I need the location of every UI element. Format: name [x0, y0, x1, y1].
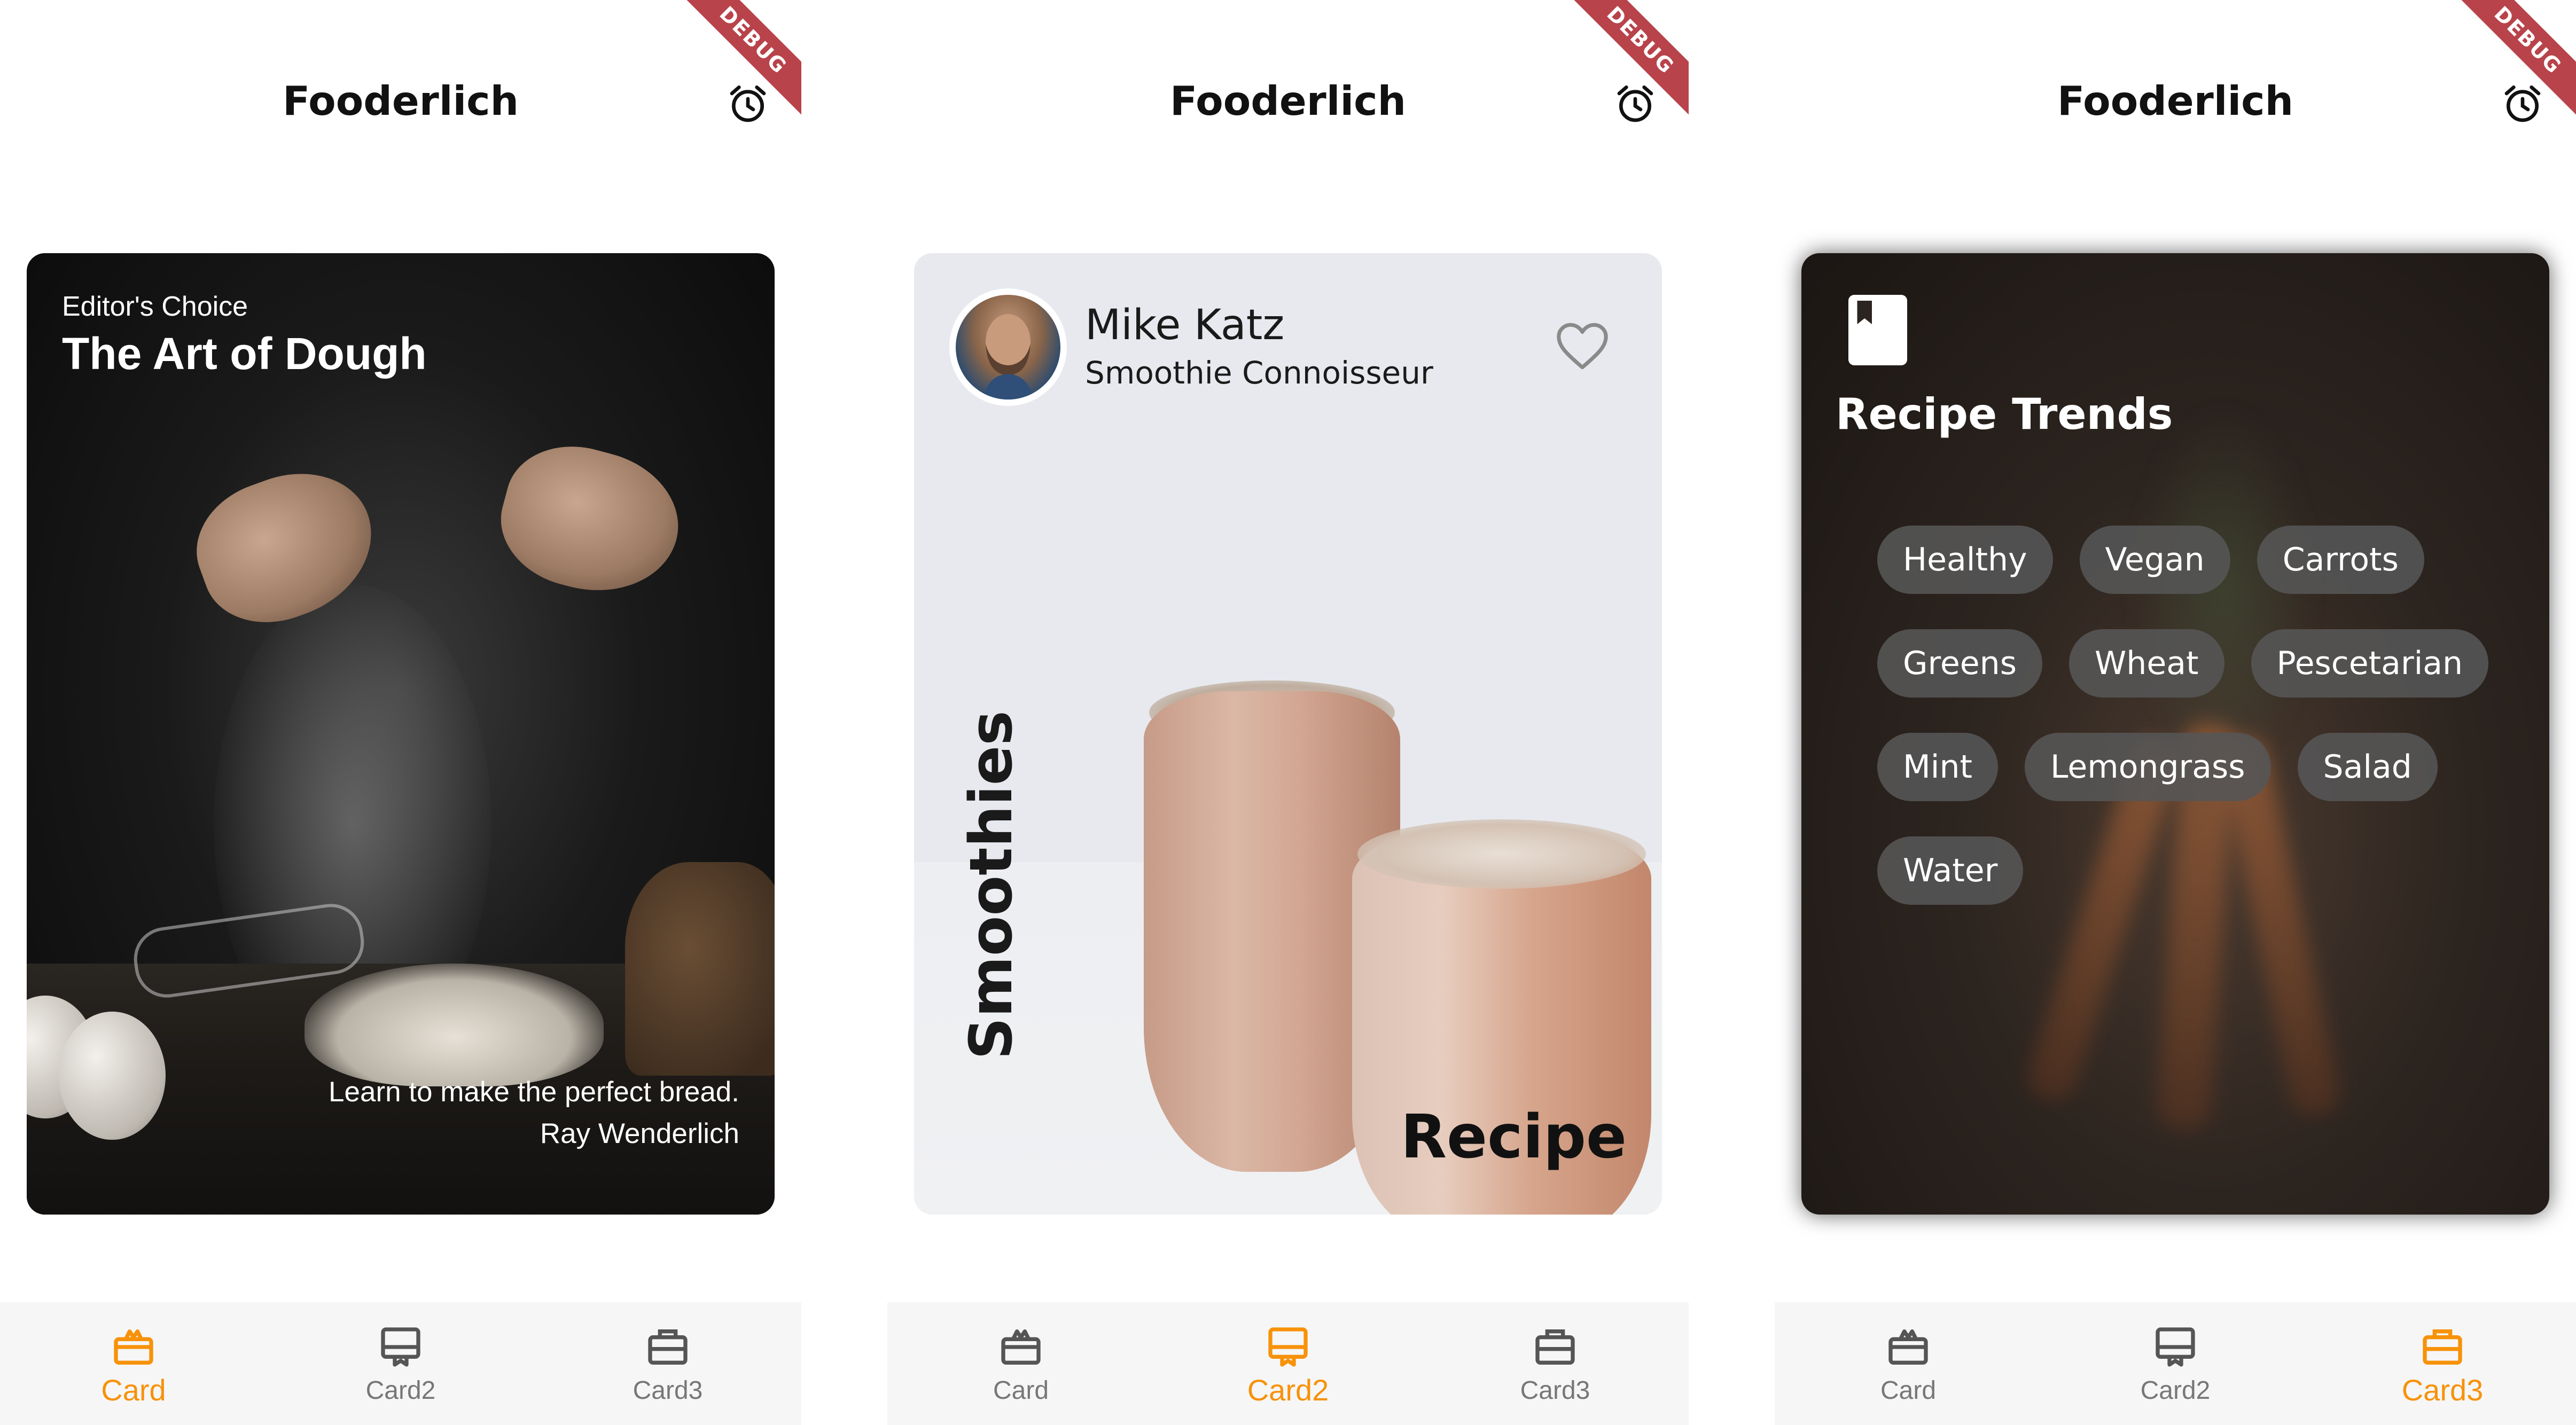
tag-chip[interactable]: Pescetarian — [2251, 629, 2489, 698]
person-icon — [982, 314, 1034, 400]
sack-image — [625, 862, 775, 1076]
card-title: The Art of Dough — [62, 328, 427, 379]
bottom-navigation: Card Card2 Card3 — [0, 1302, 801, 1425]
alarm-icon[interactable] — [727, 83, 769, 126]
editors-choice-card[interactable]: Editor's Choice The Art of Dough Learn t… — [27, 253, 775, 1215]
bottom-navigation: Card Card2 Card3 — [1775, 1302, 2576, 1425]
app-bar: Fooderlich DEBUG — [887, 0, 1689, 160]
tag-chip[interactable]: Water — [1877, 836, 2024, 905]
tag-chip[interactable]: Vegan — [2079, 526, 2230, 594]
tab-card3[interactable]: Card3 — [1422, 1302, 1689, 1425]
tab-card3-label: Card3 — [2401, 1373, 2484, 1407]
tab-card3-label: Card3 — [633, 1376, 703, 1405]
flour-pile-image — [305, 964, 604, 1086]
app-bar: Fooderlich DEBUG — [0, 0, 801, 160]
card3-icon — [648, 1329, 688, 1365]
chip-row: Greens Wheat Pescetarian — [1877, 629, 2518, 698]
author-card[interactable]: Mike Katz Smoothie Connoisseur Smoothies… — [914, 253, 1662, 1215]
app-bar: Fooderlich DEBUG — [1775, 0, 2576, 160]
tab-card3-label: Card3 — [1520, 1376, 1590, 1405]
tab-card-label: Card — [993, 1376, 1049, 1405]
card-subtitle: Editor's Choice — [62, 291, 248, 322]
egg-image — [59, 1012, 166, 1140]
tab-card[interactable]: Card — [887, 1302, 1154, 1425]
tab-card3[interactable]: Card3 — [534, 1302, 801, 1425]
tag-chip[interactable]: Greens — [1877, 629, 2042, 698]
chip-row: Healthy Vegan Carrots — [1877, 526, 2518, 594]
screen-card: Fooderlich DEBUG Editor's Choice The Art… — [0, 0, 801, 1425]
card3-icon — [2423, 1329, 2462, 1365]
tab-card2-label: Card2 — [2140, 1376, 2211, 1405]
tab-card2[interactable]: Card2 — [267, 1302, 534, 1425]
tag-chip[interactable]: Mint — [1877, 733, 1998, 801]
tag-chip[interactable]: Healthy — [1877, 526, 2053, 594]
tag-chip[interactable]: Salad — [2297, 733, 2438, 801]
right-hand-image — [487, 430, 694, 610]
tab-card[interactable]: Card — [0, 1302, 267, 1425]
category-label: Smoothies — [957, 710, 1025, 1060]
bottom-navigation: Card Card2 Card3 — [887, 1302, 1689, 1425]
tag-chip[interactable]: Wheat — [2068, 629, 2224, 698]
card-icon — [114, 1329, 153, 1365]
tag-chip[interactable]: Lemongrass — [2025, 733, 2271, 801]
avatar — [956, 295, 1060, 400]
card2-icon — [381, 1327, 420, 1367]
card-author: Ray Wenderlich — [540, 1118, 739, 1149]
screen-card2: Fooderlich DEBUG Mike Katz Smoothie Conn… — [887, 0, 1689, 1425]
tag-chips: Healthy Vegan Carrots Greens Wheat Pesce… — [1877, 526, 2518, 940]
tab-card-label: Card — [1880, 1376, 1937, 1405]
chip-row: Water — [1877, 836, 2518, 905]
app-title: Fooderlich — [1169, 77, 1407, 124]
smoothie-topping-image — [1357, 819, 1646, 889]
card3-icon — [1535, 1329, 1575, 1365]
card-title: Recipe Trends — [1836, 389, 2173, 439]
app-title: Fooderlich — [282, 77, 519, 124]
screen-card3: Fooderlich DEBUG Recipe Trends Healthy V… — [1775, 0, 2576, 1425]
chip-row: Mint Lemongrass Salad — [1877, 733, 2518, 801]
heart-outline-icon[interactable] — [1554, 319, 1611, 373]
tag-chip[interactable]: Carrots — [2257, 526, 2424, 594]
tab-card2[interactable]: Card2 — [2042, 1302, 2309, 1425]
tab-card2-label: Card2 — [365, 1376, 436, 1405]
tab-card2-label: Card2 — [1247, 1373, 1329, 1407]
card2-icon — [1268, 1327, 1308, 1367]
alarm-icon[interactable] — [2501, 83, 2544, 126]
tab-card-label: Card — [101, 1373, 166, 1407]
author-name: Mike Katz — [1085, 301, 1285, 349]
tab-card3[interactable]: Card3 — [2309, 1302, 2576, 1425]
recipe-trends-card[interactable]: Recipe Trends Healthy Vegan Carrots Gree… — [1801, 253, 2549, 1215]
book-icon — [1848, 295, 1907, 365]
card2-icon — [2156, 1327, 2195, 1367]
author-title: Smoothie Connoisseur — [1085, 355, 1433, 391]
app-title: Fooderlich — [2057, 77, 2294, 124]
tab-card[interactable]: Card — [1775, 1302, 2042, 1425]
recipe-label: Recipe — [1400, 1102, 1627, 1172]
card-icon — [1001, 1329, 1041, 1365]
tab-card2[interactable]: Card2 — [1154, 1302, 1422, 1425]
card-icon — [1888, 1329, 1928, 1365]
card-description: Learn to make the perfect bread. — [329, 1076, 739, 1108]
alarm-icon[interactable] — [1614, 83, 1657, 126]
